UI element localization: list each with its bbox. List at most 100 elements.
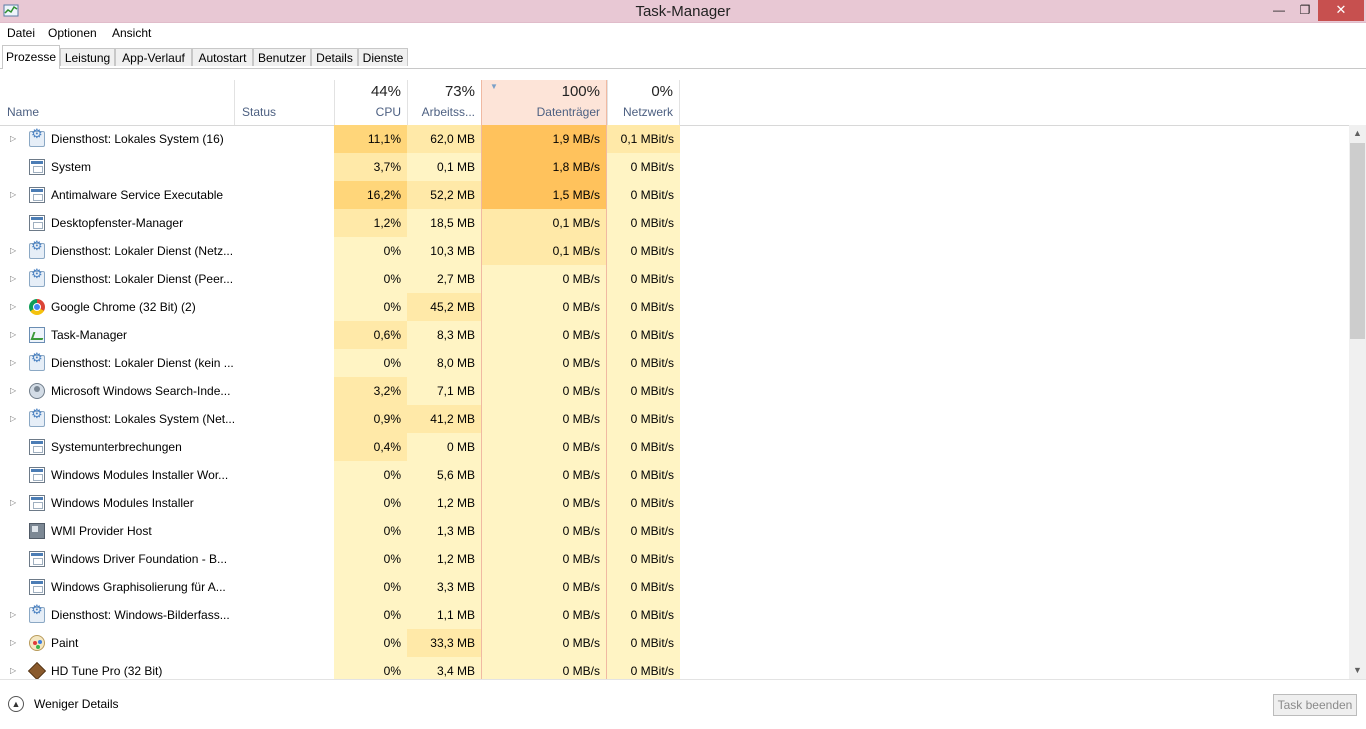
tab-leistung[interactable]: Leistung [60, 48, 115, 66]
process-disk: 0 MB/s [481, 657, 607, 679]
process-cpu: 16,2% [334, 181, 407, 209]
process-row[interactable]: Windows Driver Foundation - B... 0% 1,2 MB… [0, 545, 1348, 573]
process-cpu: 0% [334, 545, 407, 573]
title-bar: Task-Manager — ❐ ✕ [0, 0, 1366, 23]
process-row[interactable]: ▷ Diensthost: Lokaler Dienst (Peer... 0%2,… [0, 265, 1348, 293]
minimize-button[interactable]: — [1266, 0, 1292, 21]
process-memory: 52,2 MB [407, 181, 481, 209]
window-icon [29, 159, 45, 175]
process-disk: 0 MB/s [481, 321, 607, 349]
process-row[interactable]: System 3,7% 0,1 MB 1,8 MB/s 0 MBit/s [0, 153, 1348, 181]
process-name: Windows Graphisolierung für A... [51, 580, 226, 594]
process-row[interactable]: ▷ Diensthost: Lokaler Dienst (kein ... 0%8… [0, 349, 1348, 377]
process-row[interactable]: WMI Provider Host 0% 1,3 MB 0 MB/s 0 MBit/s [0, 517, 1348, 545]
process-network: 0 MBit/s [607, 265, 680, 293]
expand-arrow-icon[interactable]: ▷ [10, 377, 20, 405]
process-network: 0 MBit/s [607, 321, 680, 349]
cpu-total: 44% [370, 83, 401, 100]
process-row[interactable]: ▷ Diensthost: Windows-Bilderfass... 0%1,1 … [0, 601, 1348, 629]
tab-details[interactable]: Details [311, 48, 358, 66]
process-disk: 0 MB/s [481, 629, 607, 657]
process-memory: 3,4 MB [407, 657, 481, 679]
paint-icon [29, 635, 45, 651]
process-network: 0,1 MBit/s [607, 125, 680, 153]
process-row[interactable]: ▷ Microsoft Windows Search-Inde... 3,2% 7,1… [0, 377, 1348, 405]
expand-arrow-icon[interactable]: ▷ [10, 629, 20, 657]
end-task-button[interactable]: Task beenden [1273, 694, 1357, 716]
expand-arrow-icon[interactable]: ▷ [10, 125, 20, 153]
expand-arrow-icon[interactable]: ▷ [10, 489, 20, 517]
expand-arrow-icon[interactable]: ▷ [10, 265, 20, 293]
process-list: ▷ Diensthost: Lokales System (16) 11,1%62,… [0, 125, 1348, 679]
chevron-up-circle-icon[interactable]: ▲ [8, 696, 24, 712]
expand-arrow-icon[interactable]: ▷ [10, 237, 20, 265]
process-memory: 33,3 MB [407, 629, 481, 657]
menu-datei[interactable]: Datei [7, 26, 35, 40]
scroll-up-icon[interactable]: ▲ [1349, 125, 1366, 142]
network-total: 0% [651, 83, 673, 100]
process-row[interactable]: Windows Modules Installer Wor... 0% 5,6 MB… [0, 461, 1348, 489]
process-memory: 5,6 MB [407, 461, 481, 489]
expand-arrow-icon[interactable]: ▷ [10, 181, 20, 209]
process-row[interactable]: Desktopfenster-Manager 1,2% 18,5 MB 0,1 MB/… [0, 209, 1348, 237]
process-disk: 1,5 MB/s [481, 181, 607, 209]
process-cpu: 0% [334, 237, 407, 265]
process-cpu: 0% [334, 573, 407, 601]
column-header-network[interactable]: 0% Netzwerk [607, 80, 680, 125]
process-row[interactable]: ▷ Diensthost: Lokaler Dienst (Netz... 0%10… [0, 237, 1348, 265]
expand-arrow-icon[interactable]: ▷ [10, 601, 20, 629]
maximize-button[interactable]: ❐ [1292, 0, 1318, 21]
process-row[interactable]: Systemunterbrechungen 0,4% 0 MB 0 MB/s 0 MBi… [0, 433, 1348, 461]
menu-ansicht[interactable]: Ansicht [112, 26, 151, 40]
process-row[interactable]: Windows Graphisolierung für A... 0% 3,3 MB… [0, 573, 1348, 601]
tab-autostart[interactable]: Autostart [192, 48, 253, 66]
process-row[interactable]: ▷ Task-Manager 0,6% 8,3 MB 0 MB/s 0 MBit/s [0, 321, 1348, 349]
expand-arrow-icon[interactable]: ▷ [10, 293, 20, 321]
column-header-disk[interactable]: ▼ 100% Datenträger [481, 80, 607, 125]
window-icon [29, 467, 45, 483]
process-name: HD Tune Pro (32 Bit) [51, 664, 163, 678]
window-icon [29, 215, 45, 231]
process-row[interactable]: ▷ Windows Modules Installer 0% 1,2 MB 0 MB/s… [0, 489, 1348, 517]
process-row[interactable]: ▷ Antimalware Service Executable 16,2% 52,2… [0, 181, 1348, 209]
process-disk: 0 MB/s [481, 573, 607, 601]
expand-arrow-icon[interactable]: ▷ [10, 349, 20, 377]
column-status-label: Status [242, 105, 277, 119]
gear-icon [29, 238, 45, 259]
column-header-memory[interactable]: 73% Arbeitss... [407, 80, 481, 125]
process-name: Task-Manager [51, 328, 128, 342]
process-row[interactable]: ▷ Google Chrome (32 Bit) (2) 0% 45,2 MB 0 MB… [0, 293, 1348, 321]
column-header-status[interactable]: Status [234, 80, 334, 125]
window-icon [29, 439, 45, 455]
wmi-icon [29, 523, 45, 539]
process-name: Diensthost: Lokales System (16) [51, 132, 224, 146]
close-button[interactable]: ✕ [1318, 0, 1364, 21]
process-row[interactable]: ▷ Paint 0% 33,3 MB 0 MB/s 0 MBit/s [0, 629, 1348, 657]
fewer-details-link[interactable]: Weniger Details [34, 697, 118, 711]
scrollbar-thumb[interactable] [1350, 143, 1365, 339]
process-row[interactable]: ▷ Diensthost: Lokales System (Net... 0,9%4… [0, 405, 1348, 433]
column-header-name[interactable]: Name [0, 80, 235, 125]
column-cpu-label: CPU [375, 105, 401, 119]
expand-arrow-icon[interactable]: ▷ [10, 657, 20, 679]
tab-benutzer[interactable]: Benutzer [253, 48, 311, 66]
process-disk: 0,1 MB/s [481, 209, 607, 237]
process-memory: 3,3 MB [407, 573, 481, 601]
tab-prozesse[interactable]: Prozesse [2, 45, 60, 69]
column-header-cpu[interactable]: 44% CPU [334, 80, 407, 125]
vertical-scrollbar[interactable]: ▲ ▼ [1349, 125, 1366, 679]
expand-arrow-icon[interactable]: ▷ [10, 321, 20, 349]
gear-icon [29, 266, 45, 287]
scroll-down-icon[interactable]: ▼ [1349, 662, 1366, 679]
process-memory: 41,2 MB [407, 405, 481, 433]
process-row[interactable]: ▷ HD Tune Pro (32 Bit) 0% 3,4 MB 0 MB/s 0 MBi… [0, 657, 1348, 679]
process-name: Diensthost: Windows-Bilderfass... [51, 608, 230, 622]
process-row[interactable]: ▷ Diensthost: Lokales System (16) 11,1%62,… [0, 125, 1348, 153]
chrome-icon [29, 299, 45, 315]
tab-app-verlauf[interactable]: App-Verlauf [115, 48, 192, 66]
process-memory: 2,7 MB [407, 265, 481, 293]
expand-arrow-icon[interactable]: ▷ [10, 405, 20, 433]
tab-dienste[interactable]: Dienste [358, 48, 408, 66]
gear-icon [29, 406, 45, 427]
menu-optionen[interactable]: Optionen [48, 26, 97, 40]
